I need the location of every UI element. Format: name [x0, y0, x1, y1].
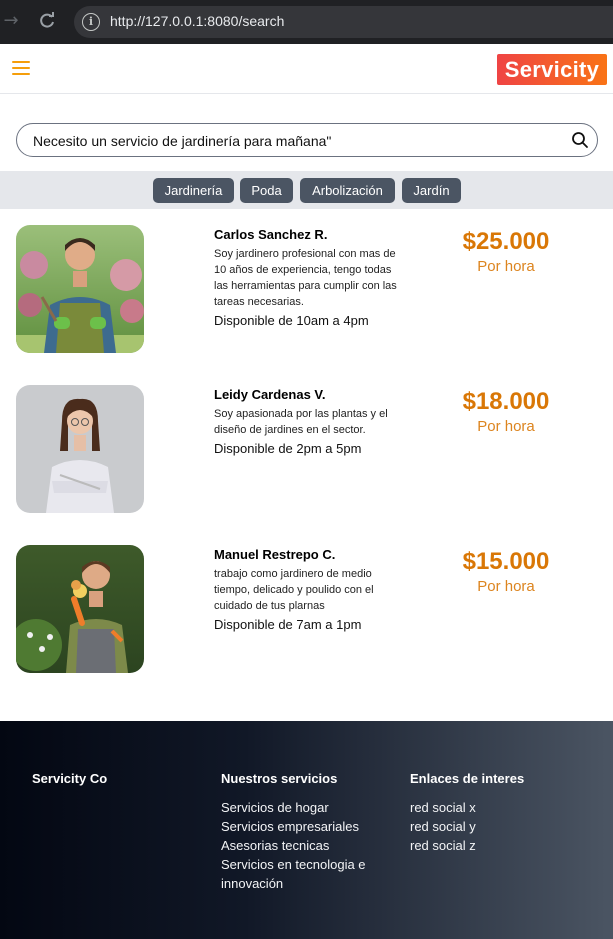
footer-social-link[interactable]: red social y [410, 817, 590, 836]
back-arrow-icon[interactable]: → [0, 10, 22, 32]
provider-price: $25.000 [462, 228, 550, 255]
logo[interactable]: Servicity [497, 54, 607, 85]
footer-social-link[interactable]: red social x [410, 798, 590, 817]
footer-social-link[interactable]: red social z [410, 836, 590, 855]
result-card[interactable]: Carlos Sanchez R. Soy jardinero profesio… [0, 225, 613, 355]
footer-services-column: Nuestros servicios Servicios de hogar Se… [221, 771, 391, 893]
provider-photo [16, 385, 144, 513]
tag-jardin[interactable]: Jardín [402, 178, 461, 203]
search-box [16, 123, 598, 157]
result-card[interactable]: Leidy Cardenas V. Soy apasionada por las… [0, 385, 613, 515]
footer-service-link[interactable]: Asesorias tecnicas [221, 836, 391, 855]
provider-name[interactable]: Manuel Restrepo C. [214, 547, 404, 562]
footer-service-link[interactable]: Servicios en tecnologia e innovación [221, 855, 391, 893]
provider-name[interactable]: Carlos Sanchez R. [214, 227, 404, 242]
provider-availability: Disponible de 2pm a 5pm [214, 441, 362, 456]
app-header: Servicity [0, 44, 613, 94]
search-icon[interactable] [571, 131, 589, 149]
footer-links-title: Enlaces de interes [410, 771, 525, 786]
site-info-icon[interactable]: i [82, 13, 100, 31]
provider-description: Soy jardinero profesional con mas de 10 … [214, 248, 397, 308]
address-bar[interactable]: i http://127.0.0.1:8080/search [74, 6, 613, 38]
price-unit: Por hora [477, 578, 535, 595]
footer-service-link[interactable]: Servicios de hogar [221, 798, 391, 817]
provider-availability: Disponible de 7am a 1pm [214, 617, 362, 632]
provider-description: Soy apasionada por las plantas y el dise… [214, 408, 388, 436]
provider-availability: Disponible de 10am a 4pm [214, 313, 369, 328]
provider-price: $18.000 [462, 388, 550, 415]
tag-jardineria[interactable]: Jardinería [153, 178, 234, 203]
menu-icon[interactable] [12, 61, 30, 75]
reload-icon[interactable] [36, 10, 58, 32]
footer-links-column: Enlaces de interes red social x red soci… [410, 771, 590, 855]
footer-services-title: Nuestros servicios [221, 771, 338, 786]
provider-photo [16, 225, 144, 353]
category-tags: Jardinería Poda Arbolización Jardín [0, 171, 613, 209]
footer-service-link[interactable]: Servicios empresariales [221, 817, 391, 836]
footer-brand-column: Servicity Co [32, 771, 202, 798]
tag-arbolizacion[interactable]: Arbolización [300, 178, 395, 203]
tag-poda[interactable]: Poda [240, 178, 293, 203]
provider-description: trabajo como jardinero de medio tiempo, … [214, 568, 374, 612]
footer-brand: Servicity Co [32, 771, 108, 786]
footer: Servicity Co Nuestros servicios Servicio… [0, 721, 613, 939]
url-text: http://127.0.0.1:8080/search [110, 13, 285, 29]
provider-name[interactable]: Leidy Cardenas V. [214, 387, 404, 402]
result-card[interactable]: Manuel Restrepo C. trabajo como jardiner… [0, 545, 613, 675]
price-unit: Por hora [477, 418, 535, 435]
price-unit: Por hora [477, 258, 535, 275]
browser-toolbar: → i http://127.0.0.1:8080/search [0, 0, 613, 44]
provider-photo [16, 545, 144, 673]
search-input[interactable] [33, 131, 553, 151]
provider-price: $15.000 [462, 548, 550, 575]
